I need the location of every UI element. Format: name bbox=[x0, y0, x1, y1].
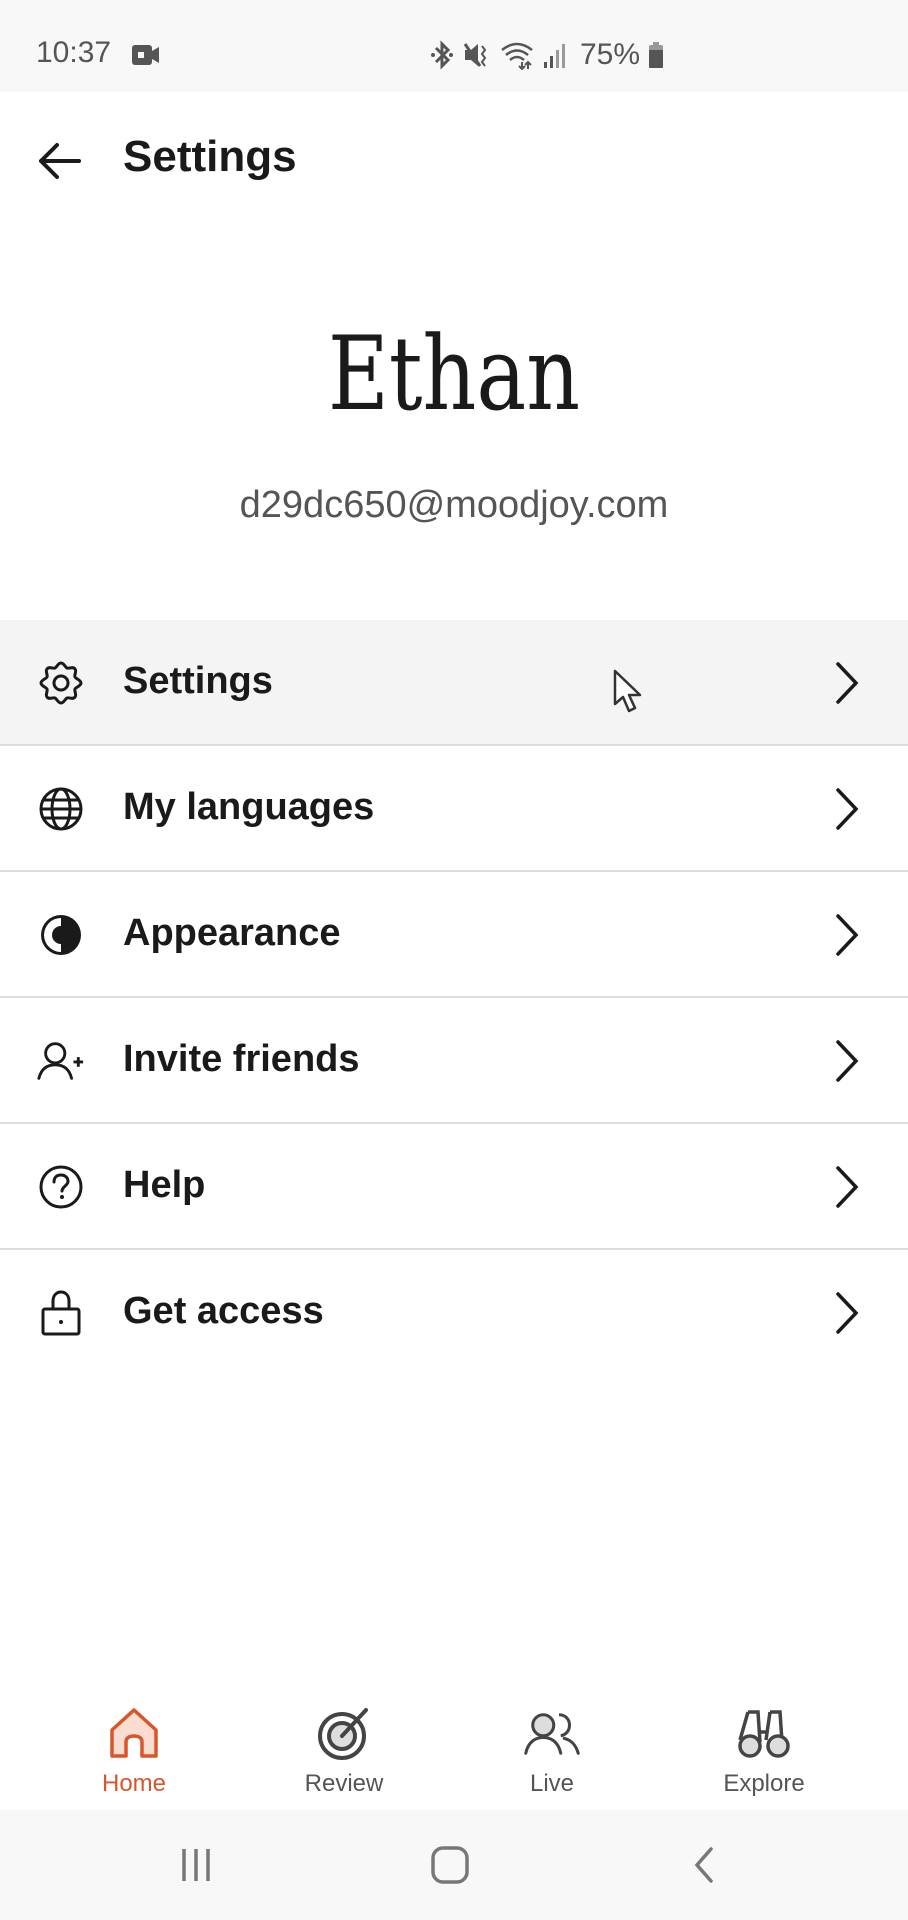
status-bar: 10:37 75% bbox=[0, 0, 908, 92]
app-header: Settings bbox=[0, 92, 908, 228]
help-circle-icon bbox=[36, 1162, 86, 1212]
nav-tab-explore[interactable]: Explore bbox=[684, 1690, 844, 1810]
contrast-icon bbox=[36, 910, 86, 960]
home-square-icon bbox=[431, 1846, 469, 1884]
user-plus-icon bbox=[36, 1036, 86, 1086]
wifi-icon bbox=[501, 42, 533, 70]
recent-apps-button[interactable] bbox=[166, 1840, 226, 1890]
users-icon bbox=[524, 1713, 580, 1755]
profile-email: d29dc650@moodjoy.com bbox=[239, 484, 669, 526]
menu-item-settings[interactable]: Settings bbox=[0, 620, 908, 746]
lock-icon bbox=[36, 1288, 86, 1338]
nav-tab-live[interactable]: Live bbox=[472, 1690, 632, 1810]
menu-item-label: My languages bbox=[123, 786, 375, 828]
settings-menu: Settings My languages Appearance Invite … bbox=[0, 620, 908, 1374]
menu-item-label: Get access bbox=[123, 1290, 324, 1332]
page-title: Settings bbox=[123, 132, 297, 181]
battery-icon bbox=[649, 42, 664, 68]
system-nav-bar bbox=[0, 1810, 908, 1920]
chevron-right-icon bbox=[836, 788, 859, 830]
nav-label: Live bbox=[529, 1770, 575, 1797]
nav-label: Home bbox=[101, 1770, 167, 1797]
vibrate-mute-icon bbox=[463, 43, 487, 67]
nav-label: Explore bbox=[723, 1770, 805, 1797]
menu-item-label: Appearance bbox=[123, 912, 341, 954]
nav-label: Review bbox=[304, 1770, 384, 1797]
chevron-right-icon bbox=[836, 1292, 859, 1334]
chevron-right-icon bbox=[836, 1040, 859, 1082]
bottom-nav: Home Review Live Explore bbox=[0, 1690, 908, 1810]
back-button[interactable] bbox=[34, 136, 84, 186]
menu-item-my-languages[interactable]: My languages bbox=[0, 746, 908, 872]
globe-icon bbox=[36, 784, 86, 834]
menu-item-get-access[interactable]: Get access bbox=[0, 1250, 908, 1374]
gear-icon bbox=[36, 658, 86, 708]
arrow-left-icon bbox=[39, 143, 81, 179]
video-record-icon bbox=[132, 45, 159, 65]
chevron-left-icon bbox=[694, 1847, 713, 1883]
chevron-right-icon bbox=[836, 662, 859, 704]
system-back-button[interactable] bbox=[674, 1840, 734, 1890]
menu-item-appearance[interactable]: Appearance bbox=[0, 872, 908, 998]
menu-item-label: Help bbox=[123, 1164, 206, 1206]
menu-item-invite-friends[interactable]: Invite friends bbox=[0, 998, 908, 1124]
status-time: 10:37 bbox=[36, 36, 112, 69]
nav-tab-home[interactable]: Home bbox=[54, 1690, 214, 1810]
menu-item-label: Settings bbox=[123, 660, 273, 702]
nav-tab-review[interactable]: Review bbox=[264, 1690, 424, 1810]
system-home-button[interactable] bbox=[420, 1840, 480, 1890]
status-icons: 75% bbox=[430, 38, 664, 72]
battery-percent: 75% bbox=[580, 38, 641, 71]
bluetooth-icon bbox=[431, 40, 453, 70]
chevron-right-icon bbox=[836, 1166, 859, 1208]
target-icon bbox=[318, 1708, 368, 1760]
home-icon bbox=[110, 1708, 158, 1758]
profile-name: Ethan bbox=[327, 315, 581, 434]
signal-icon bbox=[544, 44, 565, 68]
recent-apps-icon bbox=[182, 1849, 210, 1881]
chevron-right-icon bbox=[836, 914, 859, 956]
menu-item-help[interactable]: Help bbox=[0, 1124, 908, 1250]
mouse-cursor-icon bbox=[613, 669, 642, 713]
binoculars-icon bbox=[738, 1710, 790, 1758]
menu-item-label: Invite friends bbox=[123, 1038, 360, 1080]
